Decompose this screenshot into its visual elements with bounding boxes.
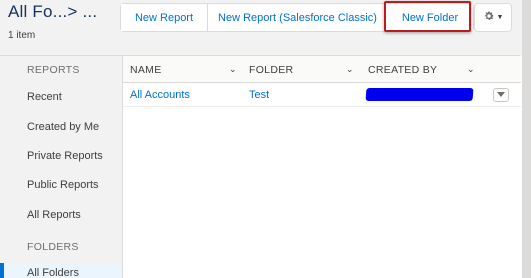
chevron-down-icon[interactable]: ⌄ (346, 64, 354, 75)
new-report-classic-button[interactable]: New Report (Salesforce Classic) (207, 4, 387, 31)
row-actions-button[interactable] (493, 88, 509, 102)
chevron-down-icon: ▼ (496, 14, 504, 21)
window-edge (522, 0, 531, 278)
new-report-button[interactable]: New Report (121, 4, 207, 31)
page-title[interactable]: All Fo...> ... (8, 2, 97, 22)
sidebar-heading-folders: FOLDERS (27, 241, 79, 253)
item-count: 1 item (8, 30, 36, 41)
sidebar-item-all-folders[interactable]: All Folders (27, 267, 79, 278)
sidebar-item-all-reports[interactable]: All Reports (27, 209, 81, 221)
column-header-created-by[interactable]: CREATED BY (368, 64, 437, 76)
redacted-created-by (365, 88, 474, 101)
reports-table: NAME ⌄ FOLDER ⌄ CREATED BY ⌄ All Account… (123, 56, 531, 278)
chevron-down-icon[interactable]: ⌄ (229, 64, 237, 75)
report-folder-link[interactable]: Test (249, 89, 269, 101)
sidebar-item-recent[interactable]: Recent (27, 91, 62, 103)
chevron-down-icon[interactable]: ⌄ (467, 64, 475, 75)
new-folder-highlight-box (384, 1, 471, 32)
column-header-name[interactable]: NAME (130, 64, 162, 76)
chevron-down-icon (497, 92, 505, 97)
table-row: All Accounts Test (123, 83, 521, 107)
report-name-link[interactable]: All Accounts (130, 89, 190, 101)
sidebar-item-public-reports[interactable]: Public Reports (27, 179, 99, 191)
gear-icon (483, 9, 495, 27)
sidebar-heading-reports: REPORTS (27, 64, 80, 76)
settings-menu-button[interactable]: ▼ (474, 3, 512, 32)
table-header: NAME ⌄ FOLDER ⌄ CREATED BY ⌄ (123, 56, 521, 83)
sidebar: REPORTS Recent Created by Me Private Rep… (0, 56, 123, 278)
sidebar-item-created-by-me[interactable]: Created by Me (27, 121, 99, 133)
column-header-folder[interactable]: FOLDER (249, 64, 293, 76)
sidebar-active-indicator (0, 263, 4, 278)
page-header: All Fo...> ... 1 item New Report New Rep… (0, 0, 531, 56)
sidebar-item-private-reports[interactable]: Private Reports (27, 150, 103, 162)
